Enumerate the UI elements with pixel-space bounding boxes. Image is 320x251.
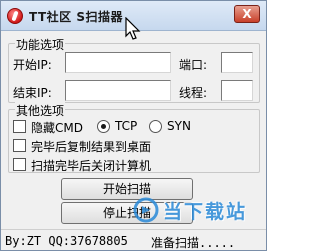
status-bar: By:ZT QQ:37678805 准备扫描..... <box>1 229 266 250</box>
syn-radio[interactable] <box>149 120 162 133</box>
hide-cmd-label[interactable]: 隐藏CMD <box>31 119 83 136</box>
shutdown-checkbox[interactable] <box>13 158 26 171</box>
other-options-label: 其他选项 <box>15 102 66 119</box>
syn-label[interactable]: SYN <box>167 119 191 133</box>
threads-label: 线程: <box>179 86 208 100</box>
function-options-label: 功能选项 <box>15 36 66 53</box>
hide-cmd-checkbox[interactable] <box>13 120 26 133</box>
start-ip-input[interactable] <box>65 52 171 73</box>
start-ip-label: 开始IP: <box>13 58 52 72</box>
tcp-label[interactable]: TCP <box>115 119 137 133</box>
app-window: TT社区 S扫描器 X 功能选项 开始IP: 端口: 结束IP: 线程: 其他选… <box>0 0 267 251</box>
copy-result-label[interactable]: 完毕后复制结果到桌面 <box>31 138 151 155</box>
stop-scan-button[interactable]: 停止扫描 <box>61 202 193 224</box>
mouse-cursor-icon <box>125 17 141 40</box>
app-logo-icon <box>7 8 23 24</box>
start-scan-button[interactable]: 开始扫描 <box>61 178 193 200</box>
tcp-radio[interactable] <box>97 120 110 133</box>
end-ip-input[interactable] <box>65 80 171 101</box>
status-message: 准备扫描..... <box>151 236 236 250</box>
close-button[interactable]: X <box>234 5 260 23</box>
port-label: 端口: <box>179 58 208 72</box>
copy-result-checkbox[interactable] <box>13 139 26 152</box>
end-ip-label: 结束IP: <box>13 86 52 100</box>
author-info: By:ZT QQ:37678805 <box>5 234 128 248</box>
window-title: TT社区 S扫描器 <box>29 10 123 24</box>
shutdown-label[interactable]: 扫描完毕后关闭计算机 <box>31 157 151 174</box>
threads-input[interactable] <box>221 80 253 101</box>
port-input[interactable] <box>221 52 253 73</box>
